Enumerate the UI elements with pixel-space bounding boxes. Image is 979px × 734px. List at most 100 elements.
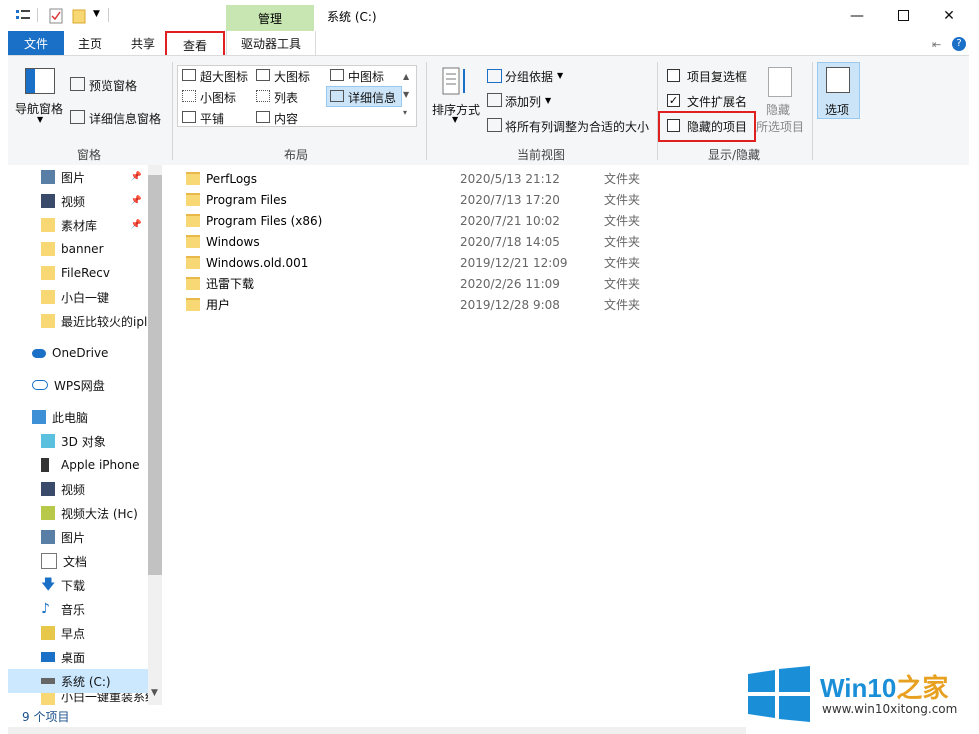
show-hide-group-label: 显示/隐藏 <box>708 148 761 162</box>
new-folder-icon[interactable] <box>72 8 86 24</box>
large-icons-option[interactable]: 大图标 <box>274 68 310 85</box>
table-row[interactable]: Windows 2020/7/18 14:05 文件夹 <box>186 231 786 252</box>
sidebar-item-material-library[interactable]: 素材库 📌 <box>8 213 148 237</box>
sidebar-item-music[interactable]: ♪ 音乐 <box>8 597 148 621</box>
medium-icons-option[interactable]: 中图标 <box>348 68 384 85</box>
details-pane-button[interactable]: 详细信息窗格 <box>89 110 161 127</box>
folder-icon <box>41 218 55 232</box>
videos-icon <box>41 194 55 208</box>
windows-logo-icon <box>748 666 810 722</box>
sidebar-item-zaodian[interactable]: 早点 <box>8 621 148 645</box>
desktop-icon <box>41 652 55 662</box>
wps-cloud-icon <box>32 380 48 390</box>
file-type: 文件夹 <box>604 193 641 207</box>
maximize-icon <box>897 10 909 21</box>
sidebar-item-banner[interactable]: banner <box>8 237 148 261</box>
fit-columns-icon <box>487 118 502 132</box>
add-column-dropdown-icon[interactable]: ▼ <box>545 96 551 105</box>
qat-dropdown-icon[interactable]: ▼ <box>93 9 100 19</box>
table-row[interactable]: 用户 2019/12/28 9:08 文件夹 <box>186 294 786 315</box>
sidebar-item-label: FileRecv <box>61 266 110 280</box>
xl-icons-option[interactable]: 超大图标 <box>200 68 248 85</box>
tiles-option[interactable]: 平铺 <box>200 110 224 127</box>
content-option[interactable]: 内容 <box>274 110 298 127</box>
table-row[interactable]: 迅雷下载 2020/2/26 11:09 文件夹 <box>186 273 786 294</box>
sidebar-item-videos-pinned[interactable]: 视频 📌 <box>8 189 148 213</box>
sidebar-item-onedrive[interactable]: OneDrive <box>8 341 148 365</box>
file-type: 文件夹 <box>604 277 641 291</box>
sidebar-item-video-drive[interactable]: 视频大法 (Hc) <box>8 501 148 525</box>
file-extensions-label[interactable]: 文件扩展名 <box>687 93 747 110</box>
sort-dropdown-icon[interactable]: ▼ <box>452 115 458 124</box>
sidebar-item-pictures[interactable]: 图片 <box>8 525 148 549</box>
minimize-icon: — <box>850 7 864 24</box>
hide-selected-label-1: 隐藏 <box>766 103 791 117</box>
sidebar-item-recent-hot[interactable]: 最近比较火的ipl <box>8 309 148 333</box>
sidebar-scrollbar-thumb[interactable] <box>148 175 162 575</box>
sidebar-item-label: 小白一键 <box>61 290 110 305</box>
sidebar-item-label: Apple iPhone <box>61 458 140 472</box>
nav-pane-dropdown-icon[interactable]: ▼ <box>37 115 43 124</box>
sidebar-item-documents[interactable]: 文档 <box>8 549 148 573</box>
layout-scroll-icon[interactable]: ▲ ▼ ▾ <box>403 68 409 122</box>
hidden-items-checkbox[interactable] <box>667 119 680 132</box>
fit-columns-button[interactable]: 将所有列调整为合适的大小 <box>505 118 649 135</box>
small-icons-option[interactable]: 小图标 <box>200 89 236 106</box>
options-label[interactable]: 选项 <box>825 101 849 118</box>
minimize-button[interactable]: — <box>834 0 880 31</box>
tab-drive-tools[interactable]: 驱动器工具 <box>226 31 316 55</box>
details-option[interactable]: 详细信息 <box>348 89 396 106</box>
sidebar-item-videos[interactable]: 视频 <box>8 477 148 501</box>
manage-context-tab: 管理 <box>226 5 314 31</box>
file-name: Program Files (x86) <box>206 213 323 228</box>
hidden-items-label[interactable]: 隐藏的项目 <box>687 118 747 135</box>
ribbon-divider-2 <box>426 62 427 160</box>
hide-selected-icon <box>768 67 792 97</box>
close-button[interactable]: ✕ <box>926 0 972 31</box>
preview-pane-button[interactable]: 预览窗格 <box>89 77 137 94</box>
add-column-button[interactable]: 添加列 <box>505 93 541 110</box>
table-row[interactable]: Windows.old.001 2019/12/21 12:09 文件夹 <box>186 252 786 273</box>
watermark-brand: Win10 <box>820 673 897 703</box>
group-by-dropdown-icon[interactable]: ▼ <box>557 71 563 80</box>
group-by-button[interactable]: 分组依据 <box>505 68 553 85</box>
sidebar-item-system-c[interactable]: 系统 (C:) <box>8 669 148 693</box>
help-icon[interactable]: ? <box>952 37 966 51</box>
sidebar-item-apple-iphone[interactable]: Apple iPhone <box>8 453 148 477</box>
sidebar-item-xiaobai[interactable]: 小白一键 <box>8 285 148 309</box>
file-date: 2020/5/13 21:12 <box>460 171 560 186</box>
details-icon <box>330 90 344 102</box>
table-row[interactable]: PerfLogs 2020/5/13 21:12 文件夹 <box>186 168 786 189</box>
sidebar-item-xiaobai-reinstall[interactable]: 小白一键重装系统 <box>8 693 148 705</box>
maximize-button[interactable] <box>880 0 926 31</box>
list-option[interactable]: 列表 <box>274 89 298 106</box>
title-bar <box>0 0 979 31</box>
nav-pane-icon <box>25 68 55 94</box>
item-checkboxes-label[interactable]: 项目复选框 <box>687 68 747 85</box>
file-extensions-checkbox[interactable]: ✓ <box>667 94 680 107</box>
sidebar-item-desktop[interactable]: 桌面 <box>8 645 148 669</box>
file-type: 文件夹 <box>604 298 641 312</box>
sidebar-item-this-pc[interactable]: 此电脑 <box>8 405 148 429</box>
file-type: 文件夹 <box>604 214 641 228</box>
pin-ribbon-icon[interactable]: ⇤ <box>932 38 941 51</box>
tab-home[interactable]: 主页 <box>66 31 114 55</box>
sidebar-item-wps-drive[interactable]: WPS网盘 <box>8 373 148 397</box>
table-row[interactable]: Program Files 2020/7/13 17:20 文件夹 <box>186 189 786 210</box>
sidebar-item-label: 下载 <box>61 578 86 593</box>
properties-icon[interactable] <box>16 8 30 22</box>
undo-checklist-icon[interactable] <box>49 8 63 24</box>
sidebar-item-label: 文档 <box>63 554 88 569</box>
download-arrow-icon: 🡇 <box>41 577 56 593</box>
sidebar-item-downloads[interactable]: 🡇 下载 <box>8 573 148 597</box>
item-checkboxes-checkbox[interactable] <box>667 69 680 82</box>
tab-share[interactable]: 共享 <box>119 31 167 55</box>
tab-file[interactable]: 文件 <box>8 31 64 55</box>
pane-group-label: 窗格 <box>77 148 102 162</box>
sidebar-item-pictures-pinned[interactable]: 图片 📌 <box>8 165 148 189</box>
sidebar-item-3d-objects[interactable]: 3D 对象 <box>8 429 148 453</box>
sidebar-item-filerecv[interactable]: FileRecv <box>8 261 148 285</box>
table-row[interactable]: Program Files (x86) 2020/7/21 10:02 文件夹 <box>186 210 786 231</box>
small-icons-icon <box>182 90 196 102</box>
scroll-down-icon[interactable]: ▼ <box>151 688 158 698</box>
